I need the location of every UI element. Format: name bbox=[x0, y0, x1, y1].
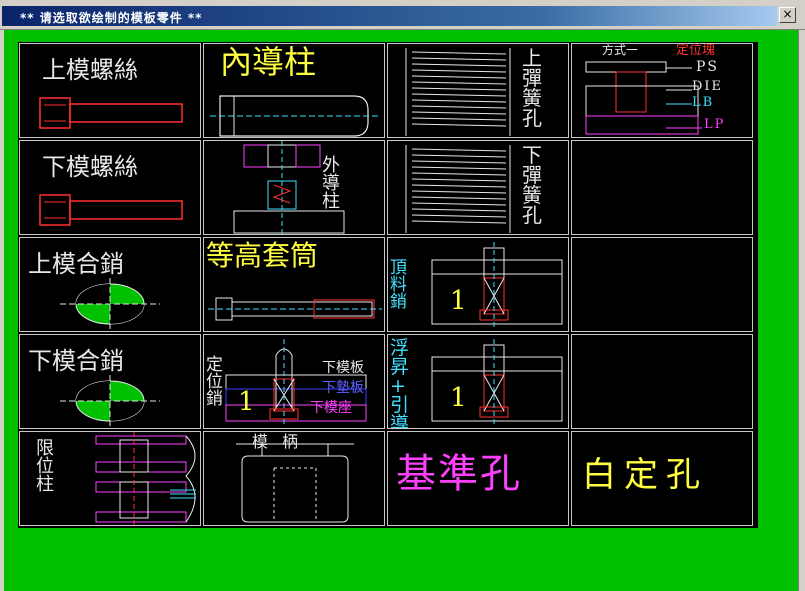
close-button[interactable]: × bbox=[779, 7, 796, 23]
cell-inner-guide-post[interactable]: 內導柱 bbox=[203, 43, 385, 138]
cell-label: 上彈簧孔 bbox=[522, 46, 542, 130]
cell-locating-pin[interactable]: 定位銷 1 下模板 下墊板 下模座 bbox=[203, 334, 385, 429]
guide-post-drawing bbox=[210, 95, 380, 137]
screw-drawing bbox=[39, 194, 183, 226]
cell-number: 1 bbox=[450, 383, 467, 413]
cell-datum-hole[interactable]: 基準孔 bbox=[387, 431, 569, 526]
cell-empty-r3c4 bbox=[571, 237, 753, 332]
cell-number: 1 bbox=[238, 387, 255, 417]
cell-upper-die-screw[interactable]: 上模螺絲 bbox=[19, 43, 201, 138]
cell-lift-guide[interactable]: 浮昇 + 引導 1 bbox=[387, 334, 569, 429]
cell-label: 下彈簧孔 bbox=[522, 143, 542, 227]
cell-upper-spring-hole[interactable]: 上彈簧孔 bbox=[387, 43, 569, 138]
cell-label: 基準孔 bbox=[396, 451, 522, 497]
client-area: 上模螺絲 內導柱 上彈簧孔 方式一 定位塊 PS DIE LB LP 下模螺絲 … bbox=[4, 30, 798, 591]
cell-lower-die-screw[interactable]: 下模螺絲 bbox=[19, 140, 201, 235]
window-edge bbox=[798, 30, 805, 591]
limit-post-drawing bbox=[95, 432, 196, 525]
cell-lower-spring-hole[interactable]: 下彈簧孔 bbox=[387, 140, 569, 235]
cell-die-shank[interactable]: 模柄 bbox=[203, 431, 385, 526]
cell-empty-r4c4 bbox=[571, 334, 753, 429]
cell-outer-guide-post[interactable]: 外導柱 bbox=[203, 140, 385, 235]
sleeve-drawing bbox=[208, 297, 382, 321]
outer-guide-drawing bbox=[233, 141, 345, 234]
lift-guide-drawing bbox=[431, 339, 563, 427]
dowel-drawing bbox=[60, 278, 160, 330]
cell-label: 外導柱 bbox=[322, 155, 340, 212]
ps-label: PS bbox=[696, 59, 720, 75]
cell-lower-die-dowel[interactable]: 下模合銷 bbox=[19, 334, 201, 429]
locate-label: 定位塊 bbox=[676, 43, 716, 58]
cell-label: 白定孔 bbox=[582, 455, 708, 495]
plate-label-3: 下模座 bbox=[310, 400, 352, 416]
cell-locating-block[interactable]: 方式一 定位塊 PS DIE LB LP bbox=[571, 43, 753, 138]
cell-custom-hole[interactable]: 白定孔 bbox=[571, 431, 753, 526]
cell-upper-die-dowel[interactable]: 上模合銷 bbox=[19, 237, 201, 332]
plate-label-1: 下模板 bbox=[322, 360, 364, 376]
way-label: 方式一 bbox=[602, 43, 639, 57]
cell-limit-post[interactable]: 限位柱 bbox=[19, 431, 201, 526]
screw-drawing bbox=[39, 97, 183, 129]
plate-label-2: 下墊板 bbox=[322, 380, 364, 396]
die-label: DIE bbox=[692, 79, 724, 94]
cell-empty-r2c4 bbox=[571, 140, 753, 235]
window-title: ** 请选取欲绘制的模板零件 ** bbox=[20, 11, 203, 25]
locating-block-drawing bbox=[585, 61, 702, 135]
title-bar: ** 请选取欲绘制的模板零件 ** × bbox=[0, 0, 805, 30]
title-bar-fill: ** 请选取欲绘制的模板零件 ** bbox=[2, 6, 777, 26]
dowel-drawing bbox=[60, 375, 160, 427]
lb-label: LB bbox=[692, 95, 715, 110]
cell-number: 1 bbox=[450, 286, 467, 316]
cell-equal-height-sleeve[interactable]: 等高套筒 bbox=[203, 237, 385, 332]
part-grid: 上模螺絲 內導柱 上彈簧孔 方式一 定位塊 PS DIE LB LP 下模螺絲 … bbox=[18, 42, 758, 528]
die-shank-drawing bbox=[236, 443, 354, 523]
lp-label: LP bbox=[704, 117, 726, 132]
ejector-pin-drawing bbox=[431, 242, 563, 330]
cell-ejector-pin[interactable]: 頂料銷 1 bbox=[387, 237, 569, 332]
